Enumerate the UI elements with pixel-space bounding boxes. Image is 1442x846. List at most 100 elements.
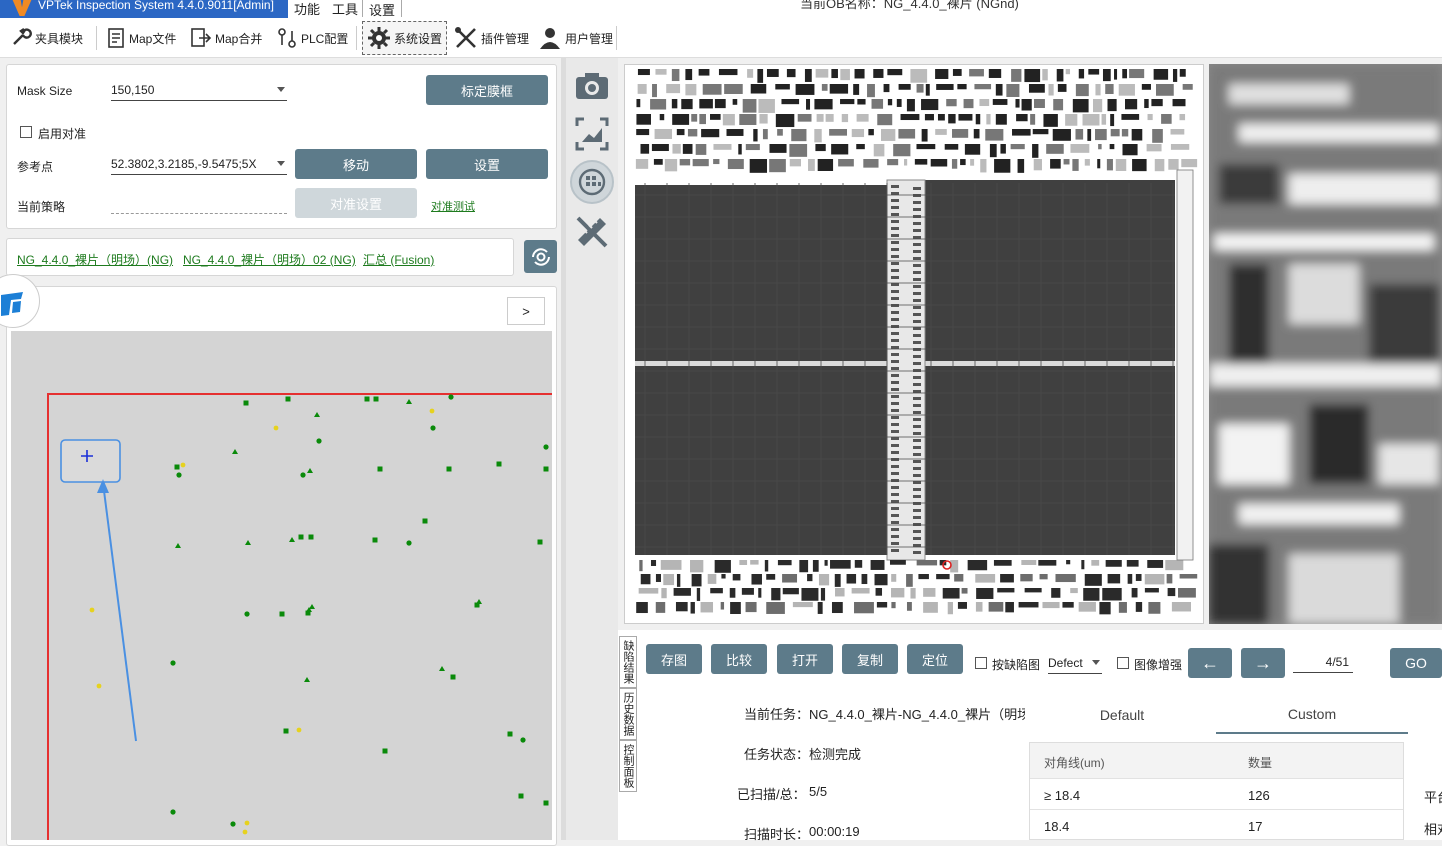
align-settings-button[interactable]: 对准设置: [295, 188, 417, 218]
map-expand-button[interactable]: >: [507, 297, 545, 325]
defect-square[interactable]: [543, 466, 549, 472]
defect-triangle[interactable]: [245, 540, 251, 545]
compare-button[interactable]: 比较: [711, 644, 767, 674]
defect-triangle[interactable]: [314, 412, 320, 417]
menu-tools[interactable]: 工具: [326, 0, 364, 17]
toolbar-fixture-button[interactable]: 夹具模块: [6, 22, 87, 54]
defect-circle[interactable]: [448, 394, 454, 400]
go-button[interactable]: GO: [1390, 648, 1442, 678]
defect-triangle[interactable]: [304, 677, 310, 682]
highlight-point[interactable]: [244, 820, 250, 826]
menu-settings[interactable]: 设置: [362, 0, 403, 18]
toolbar-mapmerge-button[interactable]: Map合并: [186, 22, 266, 54]
next-button[interactable]: →: [1241, 648, 1285, 678]
defect-circle[interactable]: [244, 611, 250, 617]
defect-square[interactable]: [422, 518, 428, 524]
defect-circle[interactable]: [406, 540, 412, 546]
defect-triangle[interactable]: [476, 599, 482, 604]
mask-size-select[interactable]: 150,150: [111, 83, 287, 101]
selected-die-box[interactable]: [60, 439, 121, 483]
highlight-point[interactable]: [273, 425, 279, 431]
defect-square[interactable]: [446, 466, 452, 472]
die-image-view[interactable]: [624, 64, 1204, 624]
set-button[interactable]: 设置: [426, 149, 548, 179]
page-input[interactable]: 4/51: [1293, 655, 1353, 673]
defect-triangle[interactable]: [232, 449, 238, 454]
highlight-point[interactable]: [96, 683, 102, 689]
defect-triangle[interactable]: [309, 604, 315, 609]
die-image-canvas[interactable]: [625, 65, 1205, 625]
defect-triangle[interactable]: [439, 666, 445, 671]
highlight-point[interactable]: [429, 408, 435, 414]
defect-square[interactable]: [174, 464, 180, 470]
defect-circle[interactable]: [316, 438, 322, 444]
defect-triangle[interactable]: [175, 543, 181, 548]
capture-button[interactable]: [574, 68, 610, 104]
tab-control-panel[interactable]: 控制面板: [619, 740, 637, 792]
wafer-map-canvas[interactable]: [11, 331, 552, 840]
highlight-point[interactable]: [89, 607, 95, 613]
defect-triangle[interactable]: [307, 468, 313, 473]
defect-circle[interactable]: [170, 809, 176, 815]
defect-square[interactable]: [382, 748, 388, 754]
defect-square[interactable]: [507, 731, 513, 737]
toolbar-user-button[interactable]: 用户管理: [534, 22, 617, 54]
defect-type-select[interactable]: Defect: [1048, 656, 1102, 674]
defect-circle[interactable]: [170, 660, 176, 666]
highlight-point[interactable]: [242, 829, 248, 835]
ref-point-select[interactable]: 52.3802,3.2185,-9.5475;5X: [111, 157, 287, 175]
strategy-field[interactable]: [111, 213, 287, 214]
toolbar-plc-button[interactable]: PLC配置: [272, 22, 352, 54]
defect-circle[interactable]: [176, 472, 182, 478]
defect-circle[interactable]: [230, 821, 236, 827]
result-tab-fusion[interactable]: 汇总 (Fusion): [363, 251, 434, 268]
image-adjust-button[interactable]: [574, 116, 610, 152]
result-tab-brightfield-02[interactable]: NG_4.4.0_裸片（明场）02 (NG): [183, 251, 356, 268]
toolbar-plugin-button[interactable]: 插件管理: [450, 22, 533, 54]
defect-square[interactable]: [450, 674, 456, 680]
result-tab-brightfield[interactable]: NG_4.4.0_裸片（明场）(NG): [17, 251, 173, 268]
defect-square[interactable]: [285, 396, 291, 402]
align-test-link[interactable]: 对准测试: [431, 198, 475, 214]
highlight-point[interactable]: [296, 727, 302, 733]
stat-tab-default[interactable]: Default: [1028, 696, 1216, 734]
locate-button[interactable]: 定位: [907, 644, 963, 674]
move-button[interactable]: 移动: [295, 149, 417, 179]
defect-square[interactable]: [372, 537, 378, 543]
stat-tab-custom[interactable]: Custom: [1216, 696, 1408, 734]
defect-circle[interactable]: [520, 737, 526, 743]
toolbar-system-settings-button[interactable]: 系统设置: [362, 21, 448, 55]
zoom-image-view[interactable]: [1209, 64, 1442, 624]
measure-button[interactable]: [574, 214, 610, 250]
defect-circle[interactable]: [300, 472, 306, 478]
defect-square[interactable]: [496, 461, 502, 467]
defect-square[interactable]: [364, 396, 370, 402]
refresh-settings-button[interactable]: [524, 240, 557, 273]
enable-align-checkbox[interactable]: [20, 126, 32, 138]
defect-square[interactable]: [283, 728, 289, 734]
tab-defect-results[interactable]: 缺陷结果: [619, 636, 637, 688]
table-row[interactable]: 18.4 17: [1030, 810, 1403, 841]
calibrate-frame-button[interactable]: 标定膜框: [426, 75, 548, 105]
copy-button[interactable]: 复制: [842, 644, 898, 674]
defect-square[interactable]: [537, 539, 543, 545]
defect-circle[interactable]: [430, 425, 436, 431]
defect-square[interactable]: [279, 611, 285, 617]
defect-square[interactable]: [543, 800, 549, 806]
defect-square[interactable]: [243, 400, 249, 406]
defect-circle[interactable]: [543, 444, 549, 450]
save-image-button[interactable]: 存图: [646, 644, 702, 674]
defect-square[interactable]: [308, 534, 314, 540]
toolbar-mapfile-button[interactable]: Map文件: [102, 22, 180, 54]
by-defect-checkbox[interactable]: [975, 657, 987, 669]
defect-square[interactable]: [518, 793, 524, 799]
defect-triangle[interactable]: [289, 537, 295, 542]
wafer-map-view[interactable]: [11, 331, 552, 840]
tab-history[interactable]: 历史数据: [619, 688, 637, 740]
highlight-point[interactable]: [180, 462, 186, 468]
table-row[interactable]: ≥ 18.4 126: [1030, 779, 1403, 810]
wafer-map-button[interactable]: [570, 160, 614, 204]
menu-function[interactable]: 功能: [288, 0, 326, 17]
enhance-checkbox[interactable]: [1117, 657, 1129, 669]
defect-triangle[interactable]: [406, 399, 412, 404]
